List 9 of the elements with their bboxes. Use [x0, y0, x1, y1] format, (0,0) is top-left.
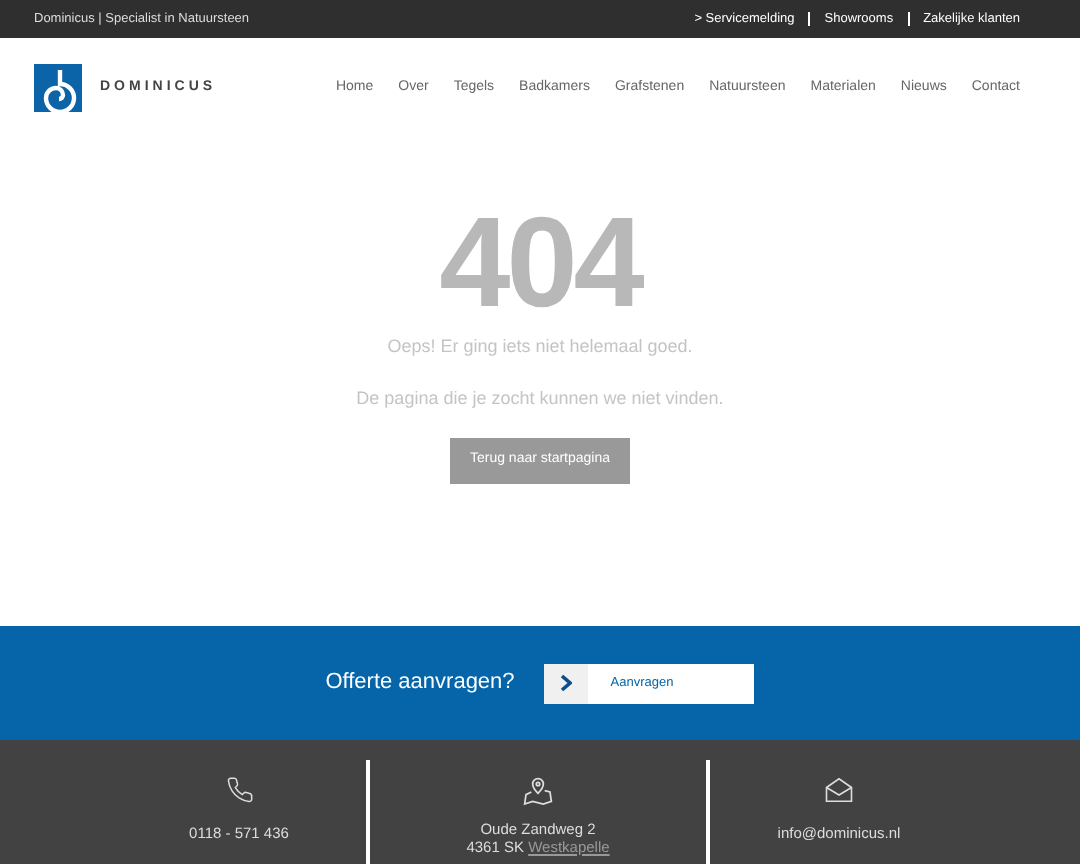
- error-code: 404: [439, 198, 641, 326]
- error-message: Oeps! Er ging iets niet helemaal goed.: [387, 334, 693, 360]
- envelope-icon: [824, 776, 854, 804]
- error-detail: De pagina die je zocht kunnen we niet vinden.: [356, 385, 724, 412]
- phone-icon: [225, 776, 253, 804]
- quote-title: Offerte aanvragen?: [325, 668, 515, 699]
- spiral-logo-icon: [34, 64, 82, 112]
- map-pin-icon: [522, 776, 554, 808]
- chevron-icon: [560, 674, 573, 692]
